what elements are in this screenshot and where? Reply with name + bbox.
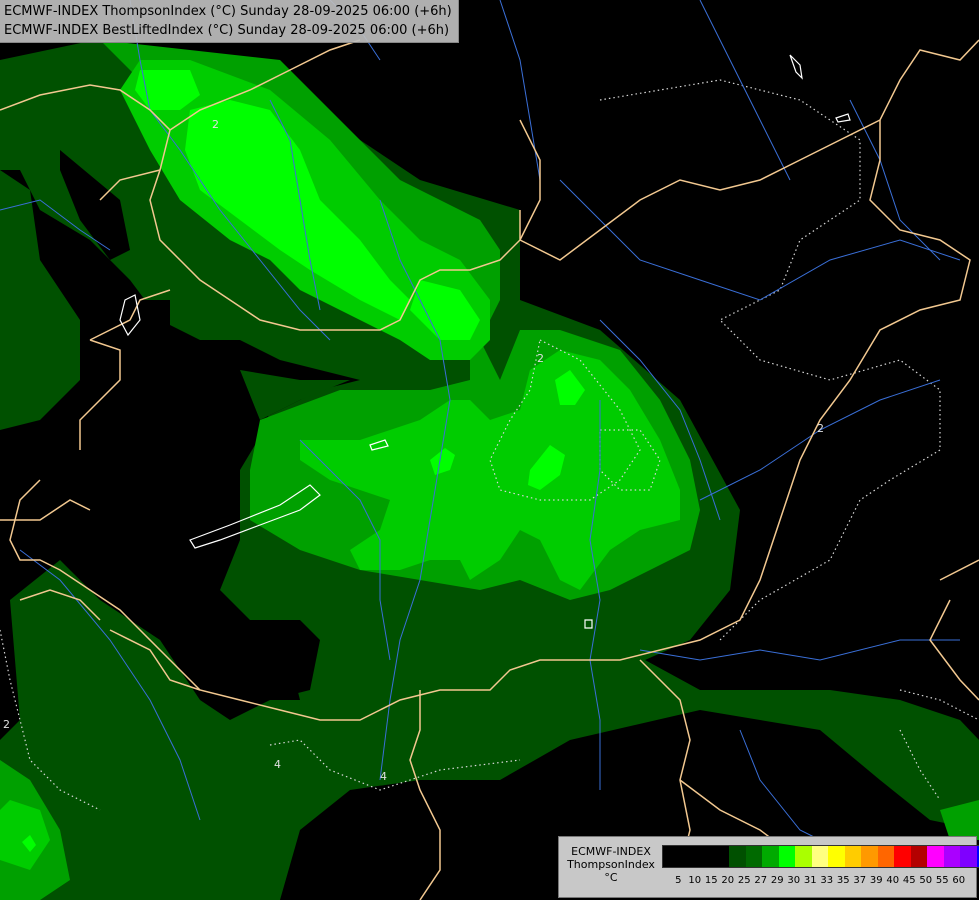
color-legend: ECMWF-INDEX ThompsonIndex °C 5 10 15 20 25 27…: [558, 836, 979, 898]
legend-tick: 33: [820, 875, 834, 886]
legend-swatch: [943, 846, 960, 867]
legend-tick: 30: [787, 875, 801, 886]
legend-swatch: [960, 846, 977, 867]
contour-label: 2: [3, 718, 10, 731]
contour-label: 2: [537, 352, 544, 365]
legend-swatch: [696, 846, 713, 867]
legend-swatch: [861, 846, 878, 867]
weather-map: 2 2 2 2 4 4: [0, 0, 979, 900]
legend-tick: 25: [737, 875, 751, 886]
legend-tick: 15: [704, 875, 718, 886]
contour-label: 2: [817, 422, 824, 435]
legend-tick: 50: [919, 875, 933, 886]
legend-tick: 37: [853, 875, 867, 886]
title-best-lifted-index: ECMWF-INDEX BestLiftedIndex (°C) Sunday …: [4, 23, 450, 38]
contour-label: 4: [380, 770, 387, 783]
legend-tick: 55: [935, 875, 949, 886]
legend-swatch: [778, 846, 795, 867]
legend-tick: 39: [869, 875, 883, 886]
legend-swatch: [712, 846, 729, 867]
legend-tick: 35: [836, 875, 850, 886]
legend-tick: 20: [721, 875, 735, 886]
legend-ticks: 5 10 15 20 25 27 29 30 31 33 35 37 39 40 45 50 55 60: [670, 875, 967, 886]
legend-tick: 10: [688, 875, 702, 886]
legend-swatch: [795, 846, 812, 867]
legend-model: ECMWF-INDEX: [571, 845, 651, 858]
legend-tick: 29: [770, 875, 784, 886]
legend-swatch: [910, 846, 927, 867]
legend-tick: 40: [886, 875, 900, 886]
legend-swatch: [828, 846, 845, 867]
legend-label: ECMWF-INDEX ThompsonIndex °C: [563, 845, 659, 884]
contour-label: 4: [274, 758, 281, 771]
legend-tick: 45: [902, 875, 916, 886]
legend-tick: 31: [803, 875, 817, 886]
legend-tick: 27: [754, 875, 768, 886]
legend-swatch: [679, 846, 696, 867]
legend-unit: °C: [604, 871, 618, 884]
legend-swatch: [663, 846, 680, 867]
legend-swatch: [762, 846, 779, 867]
legend-parameter: ThompsonIndex: [567, 858, 655, 871]
legend-swatch: [927, 846, 944, 867]
title-thompson-index: ECMWF-INDEX ThompsonIndex (°C) Sunday 28…: [4, 4, 452, 19]
map-title-box: ECMWF-INDEX ThompsonIndex (°C) Sunday 28…: [0, 0, 459, 43]
legend-swatch: [894, 846, 911, 867]
contour-label: 2: [212, 118, 219, 131]
legend-swatch: [811, 846, 828, 867]
legend-swatch: [877, 846, 894, 867]
legend-swatches: [662, 845, 979, 868]
legend-swatch: [745, 846, 762, 867]
legend-swatch: [729, 846, 746, 867]
legend-tick: 60: [952, 875, 966, 886]
legend-tick: 5: [675, 875, 682, 886]
legend-swatch: [844, 846, 861, 867]
